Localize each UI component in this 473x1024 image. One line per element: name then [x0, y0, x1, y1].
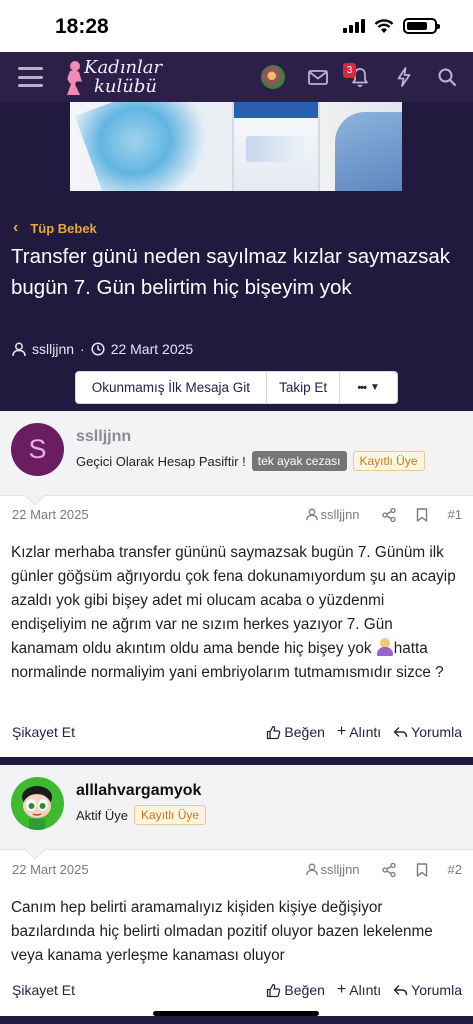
bottom-strip: [0, 1016, 473, 1024]
wifi-icon: [374, 18, 394, 33]
thread-date: 22 Mart 2025: [110, 341, 194, 357]
lightning-icon[interactable]: [392, 65, 416, 89]
thread-title: Transfer günü neden sayılmaz kızlar saym…: [11, 245, 451, 299]
post-body-text: Canım hep belirti aramamalıyız kişiden k…: [11, 899, 433, 964]
caret-down-icon: ▼: [370, 382, 380, 393]
like-button[interactable]: Beğen: [266, 724, 325, 740]
share-icon[interactable]: [381, 507, 396, 522]
thumbs-up-icon: [267, 725, 281, 739]
avatar[interactable]: S: [11, 423, 64, 476]
reply-icon: [393, 726, 408, 737]
like-label: Beğen: [284, 982, 325, 998]
post-actions: Şikayet Et Beğen + Alıntı Yorumla: [12, 981, 462, 999]
thread-button-group: Okunmamış İlk Mesaja Git Takip Et ••• ▼: [75, 371, 398, 404]
post-number[interactable]: #2: [448, 862, 462, 877]
share-icon[interactable]: [381, 862, 396, 877]
user-banner-registered: Kayıtlı Üye: [352, 451, 425, 471]
plus-icon: +: [336, 723, 347, 740]
watch-button[interactable]: Takip Et: [267, 372, 341, 403]
post-username[interactable]: alllahvargamyok: [76, 782, 201, 800]
post-actions: Şikayet Et Beğen + Alıntı Yorumla: [12, 723, 462, 741]
post-user-title: Geçici Olarak Hesap Pasiftir ! tek ayak …: [76, 451, 425, 471]
post-quote-user: ssllјjnn: [320, 862, 360, 877]
person-emoji-icon: [376, 638, 393, 656]
thread-author[interactable]: ssllјjnn: [32, 341, 74, 357]
breadcrumb[interactable]: ‹ Tüp Bebek: [13, 219, 97, 237]
post-user-title: Aktif Üye Kayıtlı Üye: [76, 805, 207, 825]
bookmark-icon[interactable]: [416, 862, 428, 877]
user-icon: [305, 508, 318, 521]
post-separator: [0, 757, 473, 765]
logo-text: Kadınlar kulübü: [84, 57, 163, 97]
advertisement-banner[interactable]: [70, 102, 402, 191]
more-menu-button[interactable]: ••• ▼: [340, 372, 397, 403]
user-icon: [12, 342, 26, 356]
status-bar: 18:28: [0, 0, 473, 52]
thread-meta: ssllјjnn · 22 Mart 2025: [12, 341, 193, 357]
quote-label: Alıntı: [349, 982, 382, 998]
user-avatar[interactable]: [261, 65, 285, 89]
report-link[interactable]: Şikayet Et: [12, 724, 75, 740]
chevron-left-icon: ‹: [13, 219, 19, 236]
status-time: 18:28: [55, 15, 109, 38]
ad-product-box: [232, 102, 320, 191]
plus-icon: +: [336, 981, 347, 998]
report-link[interactable]: Şikayet Et: [12, 982, 75, 998]
menu-icon[interactable]: [18, 67, 43, 87]
posts-container: S ssllјjnn Geçici Olarak Hesap Pasiftir …: [0, 411, 473, 1024]
user-banner-grey: tek ayak cezası: [251, 451, 347, 471]
avatar-character-icon: [22, 786, 52, 830]
user-title-text: Geçici Olarak Hesap Pasiftir !: [76, 453, 246, 469]
thumbs-up-icon: [267, 983, 281, 997]
status-icons: [343, 18, 440, 34]
home-indicator: [153, 1011, 319, 1016]
bookmark-icon[interactable]: [416, 507, 428, 522]
avatar[interactable]: [11, 777, 64, 830]
post-user-link[interactable]: ssllјjnn: [305, 862, 360, 877]
post-date[interactable]: 22 Mart 2025: [12, 862, 89, 877]
post-meta: 22 Mart 2025 ssllјjnn #2: [12, 862, 462, 877]
post-author-header: alllahvargamyok Aktif Üye Kayıtlı Üye: [0, 765, 473, 860]
notification-badge: 3: [343, 63, 356, 78]
quote-button[interactable]: + Alıntı: [337, 723, 381, 741]
more-dots: •••: [357, 381, 367, 394]
post-author-header: S ssllјjnn Geçici Olarak Hesap Pasiftir …: [0, 411, 473, 506]
reply-button[interactable]: Yorumla: [393, 982, 462, 998]
reply-label: Yorumla: [411, 982, 462, 998]
post-body: Canım hep belirti aramamalıyız kişiden k…: [11, 896, 463, 968]
search-icon[interactable]: [435, 65, 459, 89]
battery-icon: [403, 18, 440, 34]
logo-silhouette-icon: [67, 61, 82, 95]
like-button[interactable]: Beğen: [266, 982, 325, 998]
unread-first-button[interactable]: Okunmamış İlk Mesaja Git: [76, 372, 267, 403]
mail-icon[interactable]: [306, 65, 330, 89]
post-number[interactable]: #1: [448, 507, 462, 522]
reply-button[interactable]: Yorumla: [393, 724, 462, 740]
post-date[interactable]: 22 Mart 2025: [12, 507, 89, 522]
post-body: Kızlar merhaba transfer gününü saymazsak…: [11, 541, 463, 685]
user-icon: [305, 863, 318, 876]
like-label: Beğen: [284, 724, 325, 740]
user-banner-registered: Kayıtlı Üye: [134, 805, 207, 825]
ad-splash-graphic: [74, 102, 226, 191]
post-user-link[interactable]: ssllјjnn: [305, 507, 360, 522]
post-quote-user: ssllјjnn: [320, 507, 360, 522]
top-navbar: Kadınlar kulübü 3: [0, 52, 473, 102]
meta-separator: ·: [80, 341, 85, 357]
post-meta: 22 Mart 2025 ssllјjnn #1: [12, 507, 462, 522]
site-logo[interactable]: Kadınlar kulübü: [62, 56, 172, 98]
signal-icon: [343, 19, 365, 33]
breadcrumb-link[interactable]: Tüp Bebek: [30, 221, 96, 236]
reply-label: Yorumla: [411, 724, 462, 740]
quote-button[interactable]: + Alıntı: [337, 981, 381, 999]
post-username[interactable]: ssllјjnn: [76, 428, 131, 446]
clock-icon: [91, 342, 105, 356]
ad-sleeve-graphic: [335, 112, 402, 191]
quote-label: Alıntı: [349, 724, 382, 740]
reply-icon: [393, 984, 408, 995]
user-title-text: Aktif Üye: [76, 807, 129, 823]
